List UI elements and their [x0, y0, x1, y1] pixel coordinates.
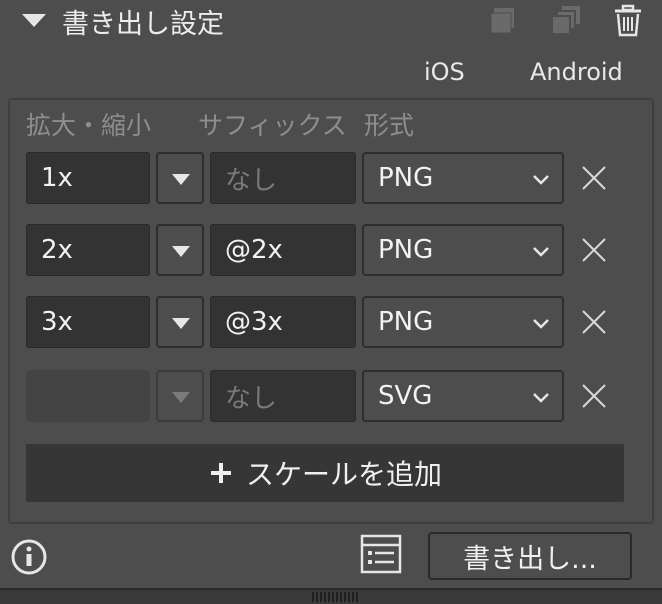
format-select[interactable]: PNG — [362, 152, 564, 204]
layers-stack-icon[interactable] — [546, 4, 584, 38]
info-icon[interactable] — [10, 538, 48, 576]
close-icon[interactable] — [580, 382, 608, 410]
column-header-format: 形式 — [364, 111, 415, 140]
suffix-input[interactable]: なし — [210, 370, 356, 422]
column-header-scale: 拡大・縮小 — [26, 111, 152, 140]
scale-dropdown-button[interactable] — [156, 296, 204, 348]
suffix-input[interactable]: なし — [210, 152, 356, 204]
layer-icon[interactable] — [486, 4, 520, 38]
scale-input[interactable]: 1x — [26, 152, 150, 204]
close-icon[interactable] — [580, 236, 608, 264]
chevron-down-icon — [533, 175, 549, 185]
scale-input-disabled — [26, 370, 150, 422]
scale-dropdown-button[interactable] — [156, 152, 204, 204]
section-title: 書き出し設定 — [62, 9, 224, 40]
export-settings-header: 書き出し設定 — [0, 0, 662, 42]
column-header-suffix: サフィックス — [198, 111, 347, 140]
list-view-icon[interactable] — [360, 534, 402, 574]
triangle-down-icon — [172, 392, 190, 403]
chevron-down-icon — [533, 319, 549, 329]
scale-input[interactable]: 2x — [26, 224, 150, 276]
plus-icon — [210, 463, 231, 483]
close-icon[interactable] — [580, 308, 608, 336]
platform-ios-label: iOS — [424, 58, 465, 86]
triangle-down-icon — [172, 246, 190, 257]
format-select[interactable]: PNG — [362, 224, 564, 276]
suffix-input[interactable]: @3x — [210, 296, 356, 348]
scale-dropdown-button[interactable] — [156, 224, 204, 276]
format-value: SVG — [378, 381, 433, 411]
scale-input[interactable]: 3x — [26, 296, 150, 348]
scale-dropdown-button-disabled — [156, 370, 204, 422]
chevron-down-icon — [533, 393, 549, 403]
collapse-triangle-icon[interactable] — [22, 14, 46, 27]
suffix-input[interactable]: @2x — [210, 224, 356, 276]
chevron-down-icon — [533, 247, 549, 257]
format-select[interactable]: SVG — [362, 370, 564, 422]
triangle-down-icon — [172, 174, 190, 185]
format-select[interactable]: PNG — [362, 296, 564, 348]
trash-icon[interactable] — [612, 4, 644, 38]
add-scale-label: スケールを追加 — [245, 458, 442, 491]
triangle-down-icon — [172, 318, 190, 329]
resize-grip-handle[interactable] — [312, 592, 360, 602]
format-value: PNG — [378, 307, 434, 337]
add-scale-button[interactable]: スケールを追加 — [26, 444, 624, 502]
close-icon[interactable] — [580, 164, 608, 192]
format-value: PNG — [378, 235, 434, 265]
format-value: PNG — [378, 163, 434, 193]
export-button[interactable]: 書き出し... — [428, 532, 632, 580]
platform-android-label: Android — [530, 58, 623, 86]
